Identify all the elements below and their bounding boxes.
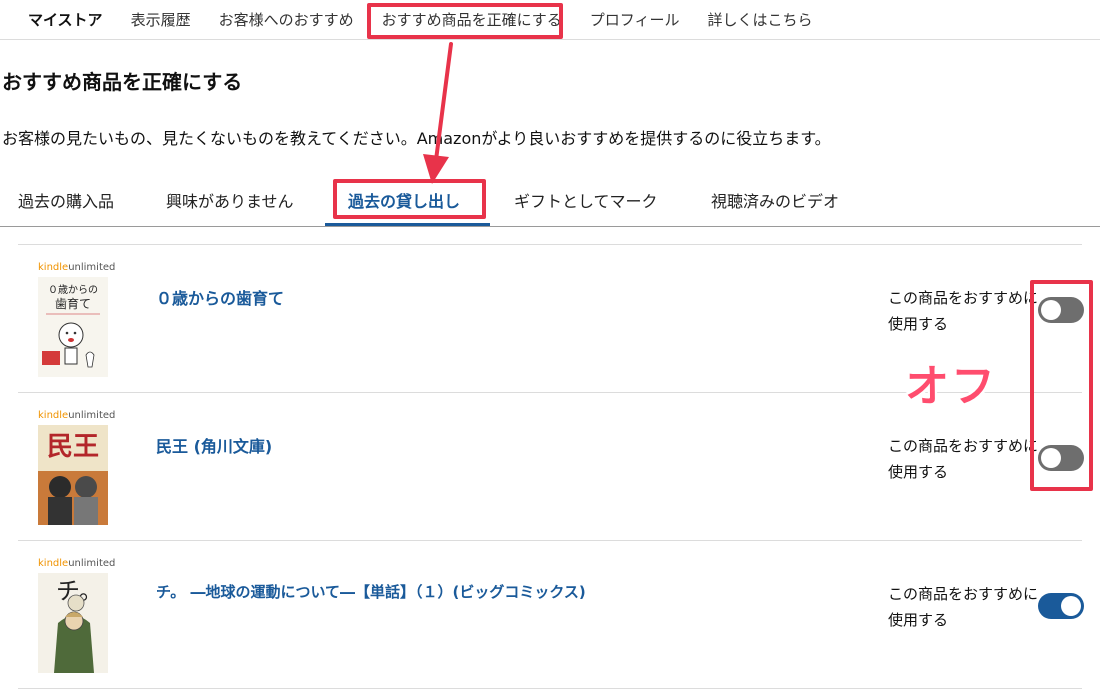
tab-past-loans[interactable]: 過去の貸し出し bbox=[348, 188, 460, 212]
item-list: kindleunlimited ０歳からの 歯育て ０歳からの歯育て この商品を… bbox=[18, 244, 1084, 689]
svg-text:民王: 民王 bbox=[47, 432, 99, 462]
use-for-recommendations-toggle[interactable] bbox=[1038, 593, 1084, 619]
kindle-unlimited-logo: kindleunlimited bbox=[38, 262, 116, 273]
tab-watched-videos[interactable]: 視聴済みのビデオ bbox=[711, 188, 839, 212]
use-for-recommendations-label: この商品をおすすめに使用する bbox=[888, 585, 1039, 629]
use-for-recommendations-toggle[interactable] bbox=[1038, 445, 1084, 471]
item-title-link[interactable]: ０歳からの歯育て bbox=[156, 285, 284, 309]
use-for-recommendations-label: この商品をおすすめに使用する bbox=[888, 437, 1039, 481]
use-for-recommendations-toggle[interactable] bbox=[1038, 297, 1084, 323]
book-cover-illustration: ０歳からの 歯育て bbox=[38, 277, 108, 377]
toggle-knob bbox=[1041, 448, 1061, 468]
svg-text:歯育て: 歯育て bbox=[55, 296, 91, 311]
nav-recommendations[interactable]: お客様へのおすすめ bbox=[205, 9, 368, 30]
nav-improve-recommendations[interactable]: おすすめ商品を正確にする bbox=[368, 9, 576, 30]
tab-marked-as-gift[interactable]: ギフトとしてマーク bbox=[514, 188, 658, 212]
nav-browsing-history[interactable]: 表示履歴 bbox=[117, 9, 205, 30]
book-cover-illustration: チ。 bbox=[38, 573, 108, 673]
tab-not-interested[interactable]: 興味がありません bbox=[166, 188, 294, 212]
tab-past-purchases[interactable]: 過去の購入品 bbox=[18, 188, 114, 212]
use-for-recommendations-label: この商品をおすすめに使用する bbox=[888, 289, 1039, 333]
kindle-unlimited-logo: kindleunlimited bbox=[38, 558, 116, 569]
top-nav: マイストア 表示履歴 お客様へのおすすめ おすすめ商品を正確にする プロフィール… bbox=[0, 0, 1100, 40]
svg-text:０歳からの: ０歳からの bbox=[48, 284, 98, 296]
nav-learn-more[interactable]: 詳しくはこちら bbox=[693, 9, 826, 30]
list-item: kindleunlimited 民王 民王 (角川文庫) この商品をおすすめに使… bbox=[18, 393, 1084, 541]
page-title: おすすめ商品を正確にする bbox=[2, 70, 243, 94]
book-cover[interactable]: kindleunlimited 民王 bbox=[38, 409, 116, 525]
item-title-link[interactable]: 民王 (角川文庫) bbox=[156, 433, 272, 457]
page-description: お客様の見たいもの、見たくないものを教えてください。Amazonがより良いおすす… bbox=[2, 129, 831, 148]
item-title-link[interactable]: チ。 ―地球の運動について―【単話】（１）(ビッグコミックス) bbox=[156, 581, 586, 602]
book-cover[interactable]: kindleunlimited ０歳からの 歯育て bbox=[38, 261, 116, 377]
nav-my-store[interactable]: マイストア bbox=[0, 9, 117, 30]
toggle-knob bbox=[1041, 300, 1061, 320]
kindle-unlimited-logo: kindleunlimited bbox=[38, 410, 116, 421]
tab-bar: 過去の購入品 興味がありません 過去の貸し出し ギフトとしてマーク 視聴済みのビ… bbox=[0, 172, 1100, 227]
nav-profile[interactable]: プロフィール bbox=[576, 9, 694, 30]
book-cover-illustration: 民王 bbox=[38, 425, 108, 525]
list-item: kindleunlimited ０歳からの 歯育て ０歳からの歯育て この商品を… bbox=[18, 245, 1084, 393]
active-tab-underline bbox=[325, 223, 490, 226]
list-item: kindleunlimited チ。 チ。 ―地球の運動について―【単話】（１）… bbox=[18, 541, 1084, 689]
book-cover[interactable]: kindleunlimited チ。 bbox=[38, 557, 116, 673]
toggle-knob bbox=[1061, 596, 1081, 616]
